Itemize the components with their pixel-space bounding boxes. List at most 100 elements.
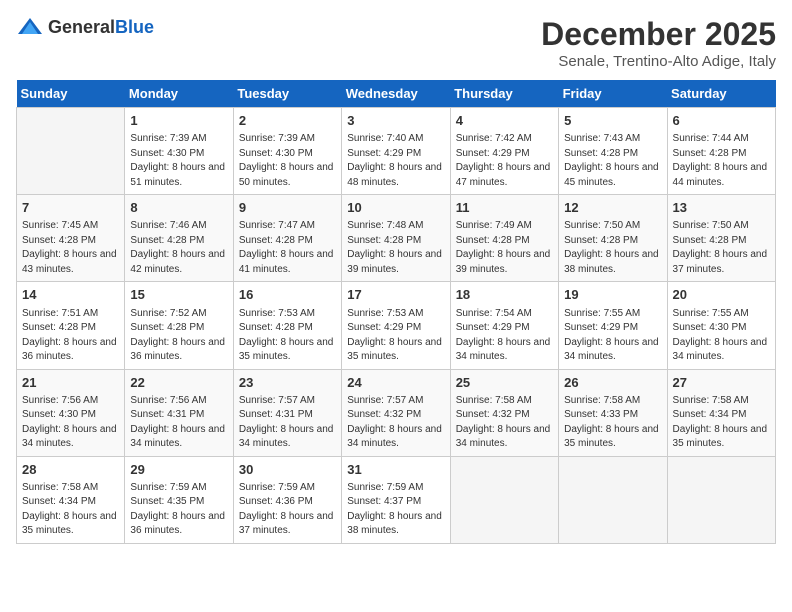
day-info: Sunrise: 7:57 AMSunset: 4:31 PMDaylight:… — [239, 394, 336, 452]
day-number: 23 — [239, 374, 336, 392]
day-number: 28 — [22, 461, 119, 479]
calendar-cell — [450, 456, 558, 543]
day-info: Sunrise: 7:47 AMSunset: 4:28 PMDaylight:… — [239, 219, 336, 277]
day-info: Sunrise: 7:58 AMSunset: 4:32 PMDaylight:… — [456, 394, 553, 452]
day-info: Sunrise: 7:55 AMSunset: 4:29 PMDaylight:… — [564, 307, 661, 365]
calendar-cell: 13 Sunrise: 7:50 AMSunset: 4:28 PMDayligh… — [667, 195, 775, 282]
day-number: 27 — [673, 374, 770, 392]
day-number: 7 — [22, 199, 119, 217]
header-cell-wednesday: Wednesday — [342, 80, 450, 108]
calendar-cell: 17 Sunrise: 7:53 AMSunset: 4:29 PMDayligh… — [342, 282, 450, 369]
calendar-header-row: SundayMondayTuesdayWednesdayThursdayFrid… — [17, 80, 776, 108]
calendar-cell: 7 Sunrise: 7:45 AMSunset: 4:28 PMDaylight… — [17, 195, 125, 282]
day-number: 11 — [456, 199, 553, 217]
day-number: 24 — [347, 374, 444, 392]
calendar-week-row: 28 Sunrise: 7:58 AMSunset: 4:34 PMDayligh… — [17, 456, 776, 543]
day-info: Sunrise: 7:50 AMSunset: 4:28 PMDaylight:… — [673, 219, 770, 277]
day-info: Sunrise: 7:55 AMSunset: 4:30 PMDaylight:… — [673, 307, 770, 365]
calendar-cell: 21 Sunrise: 7:56 AMSunset: 4:30 PMDayligh… — [17, 369, 125, 456]
day-number: 20 — [673, 286, 770, 304]
calendar-cell: 29 Sunrise: 7:59 AMSunset: 4:35 PMDayligh… — [125, 456, 233, 543]
calendar-cell: 26 Sunrise: 7:58 AMSunset: 4:33 PMDayligh… — [559, 369, 667, 456]
calendar-cell: 27 Sunrise: 7:58 AMSunset: 4:34 PMDayligh… — [667, 369, 775, 456]
day-info: Sunrise: 7:52 AMSunset: 4:28 PMDaylight:… — [130, 307, 227, 365]
day-info: Sunrise: 7:48 AMSunset: 4:28 PMDaylight:… — [347, 219, 444, 277]
day-number: 22 — [130, 374, 227, 392]
calendar-cell: 5Sunrise: 7:43 AMSunset: 4:28 PMDaylight… — [559, 108, 667, 195]
day-info: Sunrise: 7:40 AMSunset: 4:29 PMDaylight:… — [347, 132, 444, 190]
day-number: 6 — [673, 112, 770, 130]
day-number: 10 — [347, 199, 444, 217]
header: GeneralBlue December 2025 Senale, Trenti… — [16, 16, 776, 70]
header-cell-monday: Monday — [125, 80, 233, 108]
day-info: Sunrise: 7:59 AMSunset: 4:35 PMDaylight:… — [130, 481, 227, 539]
calendar-cell: 3Sunrise: 7:40 AMSunset: 4:29 PMDaylight… — [342, 108, 450, 195]
logo-icon — [16, 16, 44, 38]
day-number: 8 — [130, 199, 227, 217]
day-info: Sunrise: 7:39 AMSunset: 4:30 PMDaylight:… — [130, 132, 227, 190]
day-number: 26 — [564, 374, 661, 392]
calendar-week-row: 14Sunrise: 7:51 AMSunset: 4:28 PMDayligh… — [17, 282, 776, 369]
day-number: 5 — [564, 112, 661, 130]
day-info: Sunrise: 7:39 AMSunset: 4:30 PMDaylight:… — [239, 132, 336, 190]
title-area: December 2025 Senale, Trentino-Alto Adig… — [541, 16, 776, 70]
calendar-cell: 14Sunrise: 7:51 AMSunset: 4:28 PMDayligh… — [17, 282, 125, 369]
day-number: 25 — [456, 374, 553, 392]
calendar-cell: 12Sunrise: 7:50 AMSunset: 4:28 PMDayligh… — [559, 195, 667, 282]
day-number: 2 — [239, 112, 336, 130]
calendar-cell: 2 Sunrise: 7:39 AMSunset: 4:30 PMDaylight… — [233, 108, 341, 195]
day-info: Sunrise: 7:58 AMSunset: 4:34 PMDaylight:… — [22, 481, 119, 539]
day-number: 19 — [564, 286, 661, 304]
logo-text-general: General — [48, 17, 115, 37]
day-info: Sunrise: 7:58 AMSunset: 4:34 PMDaylight:… — [673, 394, 770, 452]
header-cell-saturday: Saturday — [667, 80, 775, 108]
calendar-cell: 24 Sunrise: 7:57 AMSunset: 4:32 PMDayligh… — [342, 369, 450, 456]
calendar-cell: 1Sunrise: 7:39 AMSunset: 4:30 PMDaylight… — [125, 108, 233, 195]
day-number: 13 — [673, 199, 770, 217]
day-info: Sunrise: 7:59 AMSunset: 4:36 PMDaylight:… — [239, 481, 336, 539]
header-cell-thursday: Thursday — [450, 80, 558, 108]
calendar-cell: 25 Sunrise: 7:58 AMSunset: 4:32 PMDayligh… — [450, 369, 558, 456]
day-number: 17 — [347, 286, 444, 304]
calendar-week-row: 7 Sunrise: 7:45 AMSunset: 4:28 PMDaylight… — [17, 195, 776, 282]
day-info: Sunrise: 7:45 AMSunset: 4:28 PMDaylight:… — [22, 219, 119, 277]
calendar-cell: 11 Sunrise: 7:49 AMSunset: 4:28 PMDayligh… — [450, 195, 558, 282]
day-info: Sunrise: 7:46 AMSunset: 4:28 PMDaylight:… — [130, 219, 227, 277]
day-info: Sunrise: 7:49 AMSunset: 4:28 PMDaylight:… — [456, 219, 553, 277]
day-number: 9 — [239, 199, 336, 217]
day-info: Sunrise: 7:53 AMSunset: 4:28 PMDaylight:… — [239, 307, 336, 365]
day-number: 15 — [130, 286, 227, 304]
day-number: 14 — [22, 286, 119, 304]
day-info: Sunrise: 7:58 AMSunset: 4:33 PMDaylight:… — [564, 394, 661, 452]
day-info: Sunrise: 7:57 AMSunset: 4:32 PMDaylight:… — [347, 394, 444, 452]
day-info: Sunrise: 7:56 AMSunset: 4:31 PMDaylight:… — [130, 394, 227, 452]
day-number: 29 — [130, 461, 227, 479]
day-number: 30 — [239, 461, 336, 479]
day-number: 21 — [22, 374, 119, 392]
day-info: Sunrise: 7:53 AMSunset: 4:29 PMDaylight:… — [347, 307, 444, 365]
day-info: Sunrise: 7:42 AMSunset: 4:29 PMDaylight:… — [456, 132, 553, 190]
main-title: December 2025 — [541, 16, 776, 53]
day-info: Sunrise: 7:54 AMSunset: 4:29 PMDaylight:… — [456, 307, 553, 365]
calendar-cell: 10 Sunrise: 7:48 AMSunset: 4:28 PMDayligh… — [342, 195, 450, 282]
subtitle: Senale, Trentino-Alto Adige, Italy — [541, 53, 776, 70]
day-info: Sunrise: 7:44 AMSunset: 4:28 PMDaylight:… — [673, 132, 770, 190]
calendar-week-row: 1Sunrise: 7:39 AMSunset: 4:30 PMDaylight… — [17, 108, 776, 195]
calendar-cell: 30 Sunrise: 7:59 AMSunset: 4:36 PMDayligh… — [233, 456, 341, 543]
day-info: Sunrise: 7:59 AMSunset: 4:37 PMDaylight:… — [347, 481, 444, 539]
day-number: 4 — [456, 112, 553, 130]
calendar-cell — [667, 456, 775, 543]
day-number: 18 — [456, 286, 553, 304]
calendar-cell: 20 Sunrise: 7:55 AMSunset: 4:30 PMDayligh… — [667, 282, 775, 369]
calendar-cell: 31Sunrise: 7:59 AMSunset: 4:37 PMDayligh… — [342, 456, 450, 543]
header-cell-friday: Friday — [559, 80, 667, 108]
calendar-cell: 9 Sunrise: 7:47 AMSunset: 4:28 PMDaylight… — [233, 195, 341, 282]
day-info: Sunrise: 7:56 AMSunset: 4:30 PMDaylight:… — [22, 394, 119, 452]
calendar-cell: 28 Sunrise: 7:58 AMSunset: 4:34 PMDayligh… — [17, 456, 125, 543]
calendar-cell — [17, 108, 125, 195]
calendar-cell: 16Sunrise: 7:53 AMSunset: 4:28 PMDayligh… — [233, 282, 341, 369]
calendar-cell: 4 Sunrise: 7:42 AMSunset: 4:29 PMDaylight… — [450, 108, 558, 195]
calendar-table: SundayMondayTuesdayWednesdayThursdayFrid… — [16, 80, 776, 544]
day-info: Sunrise: 7:50 AMSunset: 4:28 PMDaylight:… — [564, 219, 661, 277]
header-cell-sunday: Sunday — [17, 80, 125, 108]
